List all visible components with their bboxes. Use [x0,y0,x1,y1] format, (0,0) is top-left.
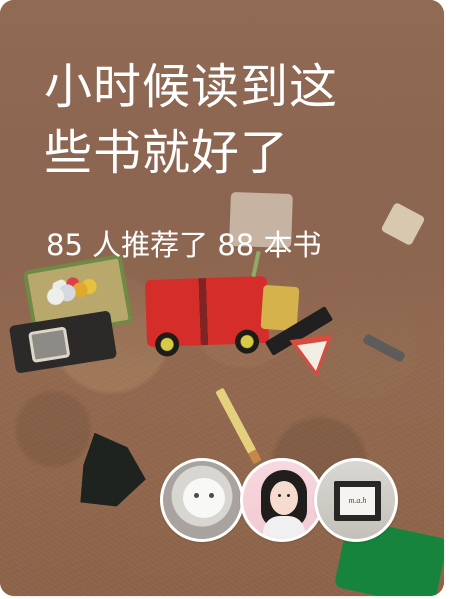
recommendation-summary: 85 人推荐了 88 本书 [46,228,322,262]
red-toy-truck-image [144,275,270,348]
frame-caption: m.a.h [340,487,375,515]
girl-body-icon [263,516,305,539]
cat-face-icon [183,478,225,518]
recommender-avatars: m.a.h [160,458,400,550]
girl-avatar-icon [240,458,324,542]
card-title-line-2: 些书就好了 [44,125,290,181]
warning-sign-toy-image [289,334,339,380]
girl-face-icon [270,481,298,515]
card-title-line-1: 小时候读到这 [44,59,339,115]
picture-frame-icon: m.a.h [334,481,381,521]
book-recommendation-card[interactable]: 小时候读到这 些书就好了 85 人推荐了 88 本书 m.a.h [0,0,444,596]
cat-avatar-icon [160,458,244,542]
frame-avatar-icon: m.a.h [314,458,398,542]
card-title: 小时候读到这 些书就好了 [44,54,384,186]
